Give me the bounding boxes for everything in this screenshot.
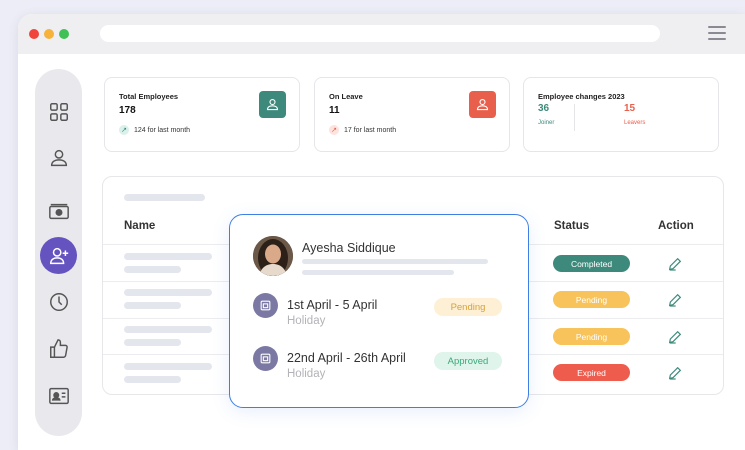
detail-placeholder [302, 259, 488, 264]
leave-status-badge: Approved [434, 352, 502, 370]
arrow-up-icon: ↗ [329, 125, 339, 135]
leaver-label: Leavers [624, 120, 646, 126]
edit-icon[interactable] [667, 365, 683, 381]
edit-icon[interactable] [667, 329, 683, 345]
thumbs-up-icon[interactable] [40, 330, 77, 367]
status-badge: Pending [553, 291, 630, 308]
maximize-window-button[interactable] [59, 29, 69, 39]
minimize-window-button[interactable] [44, 29, 54, 39]
column-header-action[interactable]: Action [658, 220, 694, 232]
edit-icon[interactable] [667, 292, 683, 308]
calendar-icon [253, 346, 278, 371]
table-title-placeholder [124, 194, 205, 201]
employee-name: Ayesha Siddique [302, 241, 396, 255]
detail-placeholder [302, 270, 454, 275]
card-trend: ↗ 17 for last month [329, 125, 396, 135]
column-header-status[interactable]: Status [554, 220, 589, 232]
title-bar [18, 14, 745, 54]
leave-status-badge: Pending [434, 298, 502, 316]
close-window-button[interactable] [29, 29, 39, 39]
leave-dates: 22nd April - 26th April [287, 351, 406, 365]
clock-icon[interactable] [40, 283, 77, 320]
status-badge: Expired [553, 364, 630, 381]
name-placeholder [124, 253, 212, 260]
money-icon[interactable] [40, 193, 77, 230]
name-placeholder [124, 289, 212, 296]
name-placeholder [124, 302, 181, 309]
leave-dates: 1st April - 5 April [287, 298, 378, 312]
user-icon [259, 91, 286, 118]
joiner-label: Joiner [538, 120, 555, 126]
card-trend: ↗ 124 for last month [119, 125, 190, 135]
status-badge: Pending [553, 328, 630, 345]
on-leave-card[interactable]: On Leave 11 ↗ 17 for last month [314, 77, 510, 152]
total-employees-card[interactable]: Total Employees 178 ↗ 124 for last month [104, 77, 300, 152]
avatar [253, 236, 293, 276]
status-badge: Completed [553, 255, 630, 272]
address-bar[interactable] [100, 25, 660, 42]
sidebar [35, 69, 82, 436]
card-value: 11 [329, 105, 340, 116]
card-title: Employee changes 2023 [538, 92, 625, 101]
divider [574, 104, 575, 131]
trend-text: 124 for last month [134, 126, 191, 134]
edit-icon[interactable] [667, 256, 683, 272]
name-placeholder [124, 339, 181, 346]
user-icon[interactable] [40, 139, 77, 176]
id-card-icon[interactable] [40, 377, 77, 414]
column-header-name[interactable]: Name [124, 220, 155, 232]
employee-leave-popup[interactable]: Ayesha Siddique 1st April - 5 April Holi… [229, 214, 529, 408]
grid-icon[interactable] [40, 93, 77, 130]
name-placeholder [124, 376, 181, 383]
name-placeholder [124, 266, 181, 273]
joiner-value: 36 [538, 103, 550, 114]
card-value: 178 [119, 105, 136, 116]
calendar-icon [253, 293, 278, 318]
arrow-up-icon: ↗ [119, 125, 129, 135]
employee-changes-card[interactable]: Employee changes 2023 36 Joiner 15 Leave… [523, 77, 719, 152]
user-icon [469, 91, 496, 118]
name-placeholder [124, 363, 212, 370]
leave-type: Holiday [287, 315, 326, 327]
card-title: On Leave [329, 92, 363, 101]
trend-text: 17 for last month [344, 126, 397, 134]
leaver-value: 15 [624, 103, 636, 114]
add-user-icon[interactable] [40, 237, 77, 274]
leave-type: Holiday [287, 368, 326, 380]
name-placeholder [124, 326, 212, 333]
menu-icon[interactable] [708, 26, 726, 40]
card-title: Total Employees [119, 92, 179, 101]
